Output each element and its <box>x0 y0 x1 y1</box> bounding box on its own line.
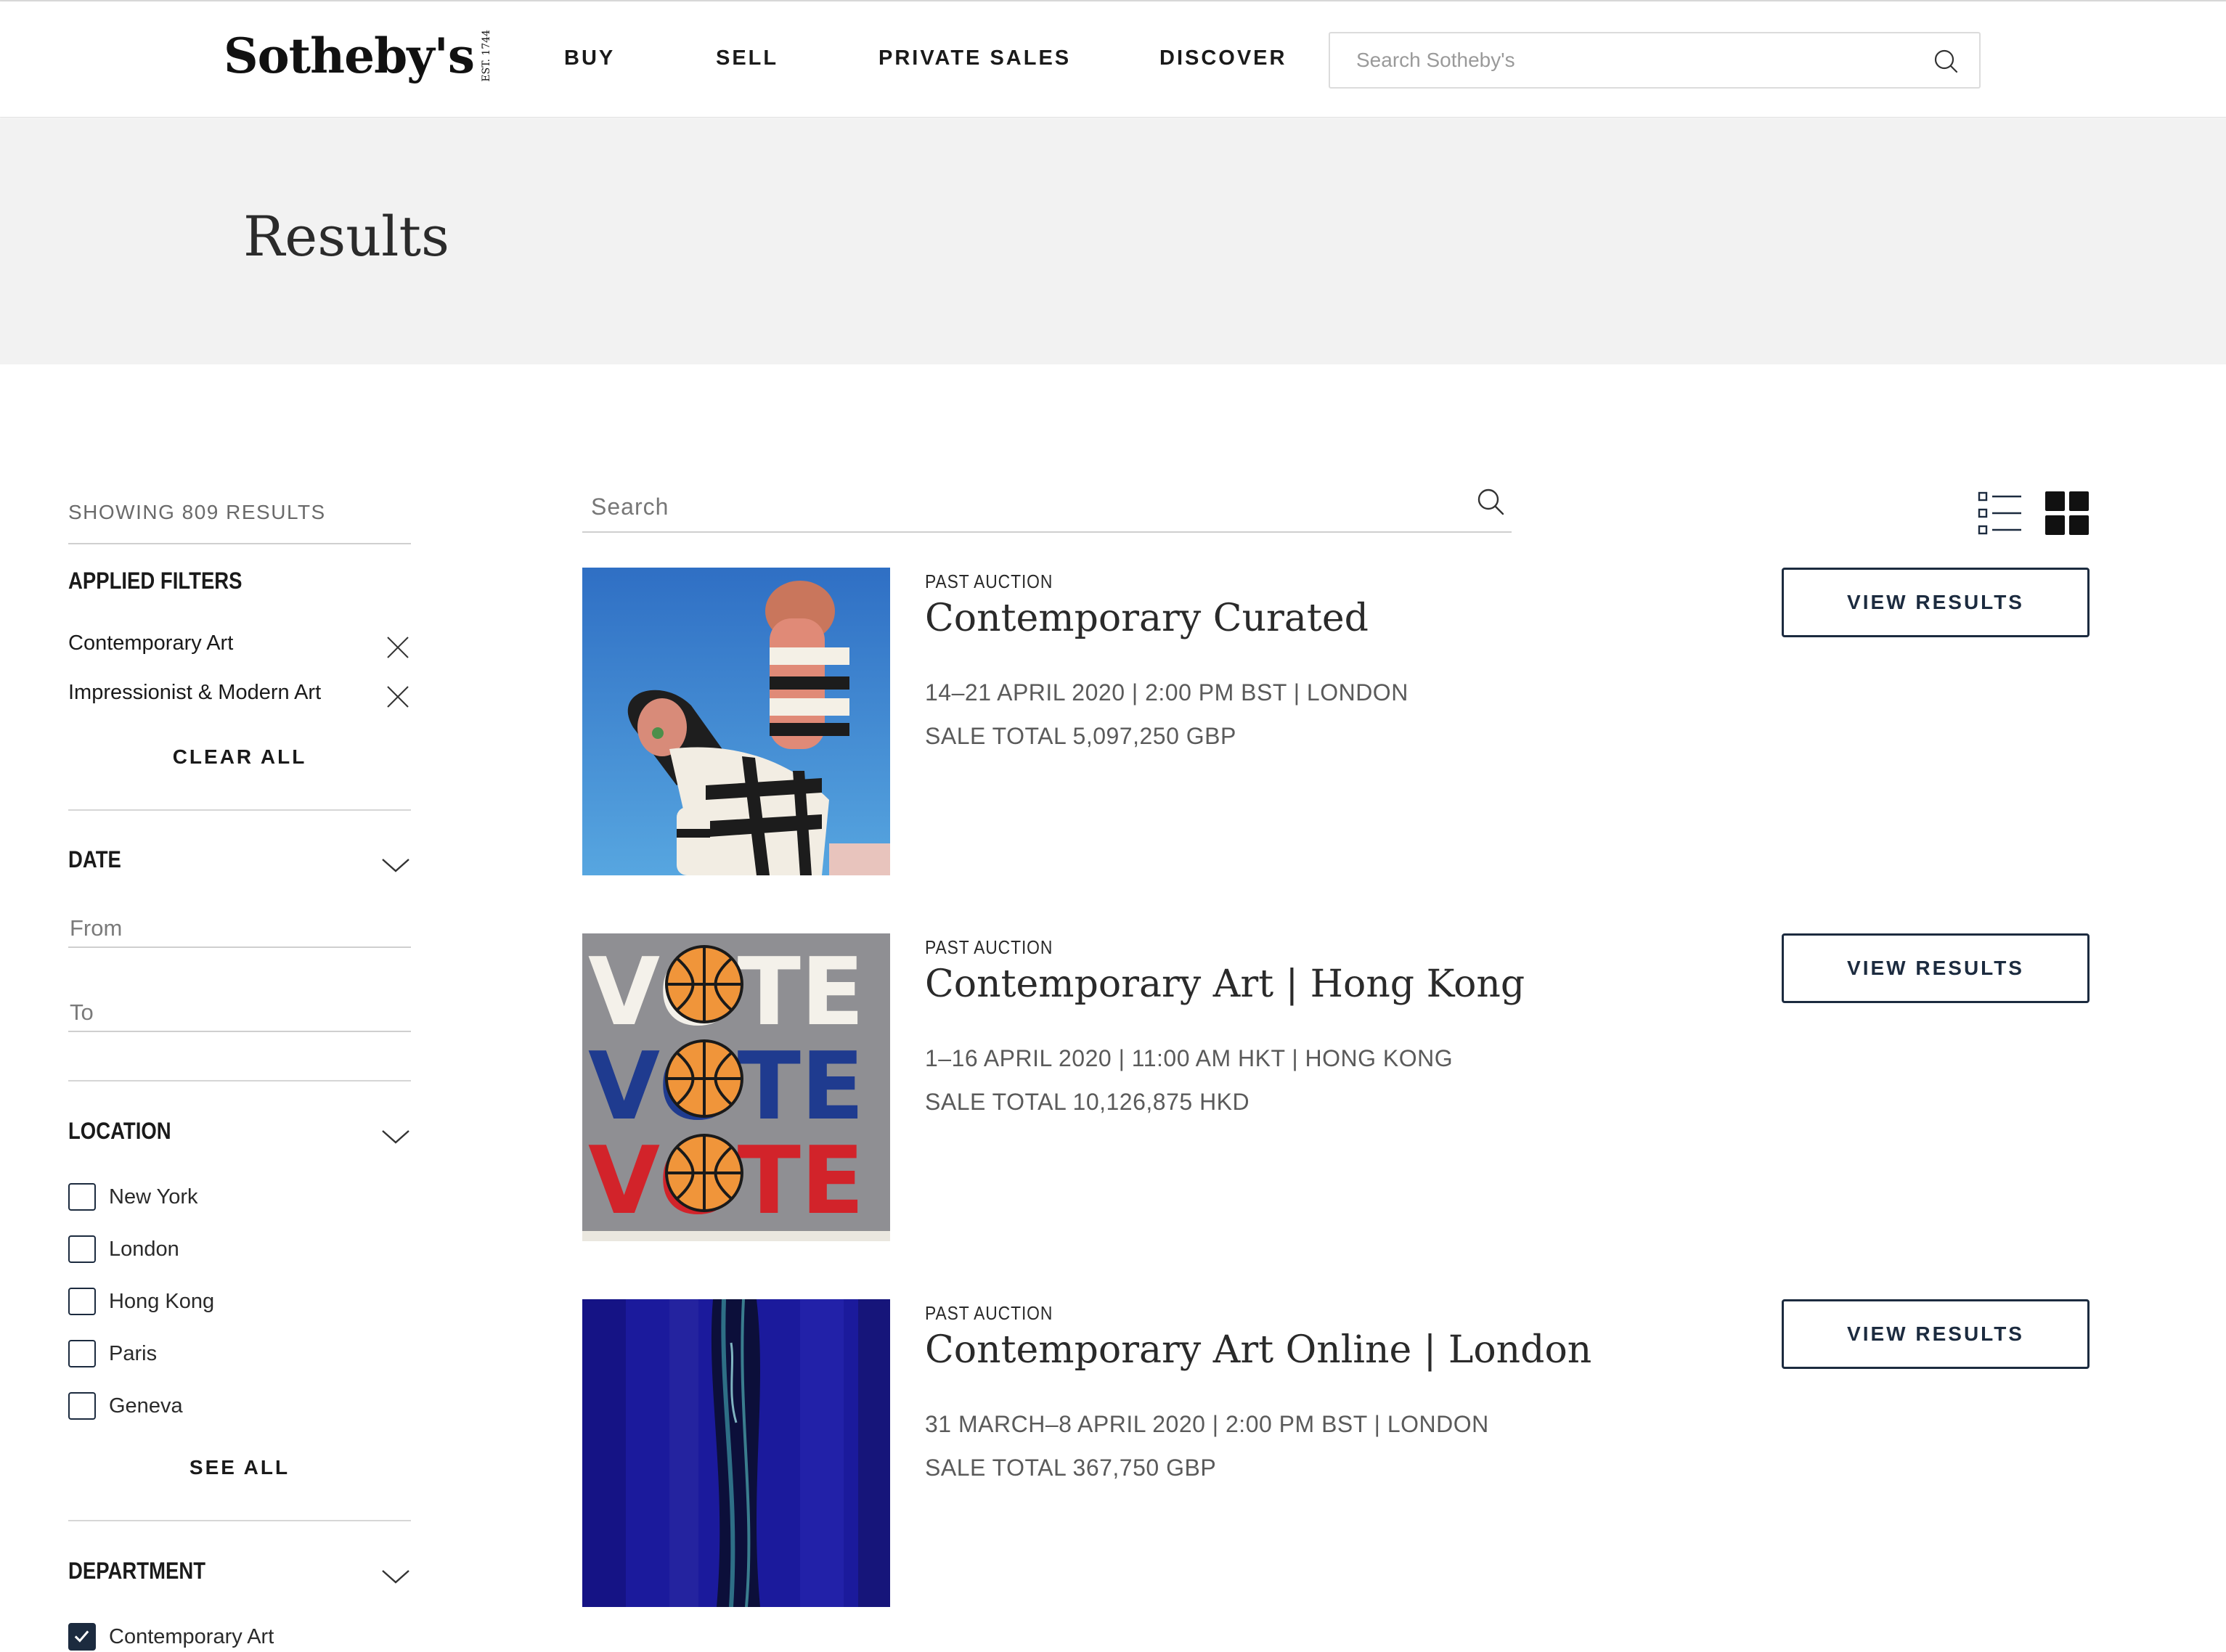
search-icon[interactable] <box>1933 48 1959 74</box>
checkbox[interactable] <box>68 1183 96 1211</box>
auction-thumbnail[interactable] <box>582 1299 890 1607</box>
checkbox[interactable] <box>68 1288 96 1315</box>
checkbox[interactable] <box>68 1392 96 1420</box>
location-heading: LOCATION <box>68 1118 171 1144</box>
divider <box>68 809 411 811</box>
divider <box>68 1080 411 1081</box>
divider <box>68 1520 411 1521</box>
nav-private-sales[interactable]: PRIVATE SALES <box>878 46 1071 70</box>
result-title[interactable]: Contemporary Art | Hong Kong <box>925 962 1525 1006</box>
applied-filter: Impressionist & Modern Art <box>68 681 411 716</box>
close-icon[interactable] <box>385 684 411 710</box>
checkbox[interactable] <box>68 1340 96 1367</box>
checkbox[interactable] <box>68 1235 96 1263</box>
result-date-location: 14–21 APRIL 2020 | 2:00 PM BST | LONDON <box>925 679 1408 706</box>
logo-est: EST. 1744 <box>481 30 493 82</box>
view-results-button[interactable]: VIEW RESULTS <box>1782 1299 2090 1369</box>
auction-thumbnail[interactable]: VOTE VOTE VOTE <box>582 933 890 1241</box>
applied-filter-label: Contemporary Art <box>68 631 234 655</box>
result-title[interactable]: Contemporary Art Online | London <box>925 1328 1591 1372</box>
basketball-icons <box>665 945 743 1212</box>
result-sale-total: SALE TOTAL 367,750 GBP <box>925 1455 1217 1481</box>
check-icon <box>74 1630 89 1643</box>
location-option-hong-kong[interactable]: Hong Kong <box>68 1286 214 1317</box>
results-search-input[interactable] <box>590 485 1424 528</box>
nav-discover[interactable]: DISCOVER <box>1159 46 1287 70</box>
logo-text: Sotheby's <box>224 28 475 84</box>
header-search-input[interactable] <box>1355 33 1907 87</box>
date-to-input[interactable] <box>68 994 411 1032</box>
result-kicker: PAST AUCTION <box>925 1302 1053 1324</box>
clear-all-button[interactable]: CLEAR ALL <box>68 745 411 769</box>
auction-result-card: PAST AUCTION Contemporary Curated 14–21 … <box>582 568 2090 875</box>
date-heading: DATE <box>68 846 121 872</box>
result-kicker: PAST AUCTION <box>925 936 1053 958</box>
applied-filter: Contemporary Art <box>68 631 411 666</box>
department-option-contemporary-art[interactable]: Contemporary Art <box>68 1622 274 1652</box>
chevron-down-icon[interactable] <box>380 1568 411 1585</box>
auction-result-card: VOTE VOTE VOTE PAST AUCTION Contemporary… <box>582 933 2090 1241</box>
auction-thumbnail[interactable] <box>582 568 890 875</box>
checkbox-checked[interactable] <box>68 1623 96 1651</box>
page-title: Results <box>243 204 449 269</box>
list-view-icon[interactable] <box>1978 491 2023 536</box>
location-option-new-york[interactable]: New York <box>68 1182 198 1212</box>
result-kicker: PAST AUCTION <box>925 571 1053 592</box>
date-from-input[interactable] <box>68 910 411 948</box>
result-sale-total: SALE TOTAL 5,097,250 GBP <box>925 723 1236 749</box>
result-date-location: 1–16 APRIL 2020 | 11:00 AM HKT | HONG KO… <box>925 1045 1454 1071</box>
department-heading: DEPARTMENT <box>68 1558 206 1584</box>
view-results-button[interactable]: VIEW RESULTS <box>1782 933 2090 1003</box>
checkbox-label: Geneva <box>109 1394 183 1418</box>
checkbox-label: Hong Kong <box>109 1289 215 1313</box>
location-option-london[interactable]: London <box>68 1234 179 1264</box>
applied-filters-heading: APPLIED FILTERS <box>68 568 242 594</box>
chevron-down-icon[interactable] <box>380 856 411 874</box>
checkbox-label: London <box>109 1237 179 1261</box>
site-header: Sotheby's EST. 1744 BUY SELL PRIVATE SAL… <box>0 1 2226 118</box>
view-results-button[interactable]: VIEW RESULTS <box>1782 568 2090 637</box>
results-search <box>582 482 1512 533</box>
vote-artwork-image: VOTE VOTE VOTE <box>582 933 890 1241</box>
painting-figures-image <box>582 568 890 875</box>
close-icon[interactable] <box>385 634 411 661</box>
auction-result-card: PAST AUCTION Contemporary Art Online | L… <box>582 1299 2090 1607</box>
checkbox-label: Contemporary Art <box>109 1624 274 1648</box>
applied-filter-label: Impressionist & Modern Art <box>68 681 322 704</box>
chevron-down-icon[interactable] <box>380 1128 411 1145</box>
search-icon[interactable] <box>1475 486 1506 517</box>
nav-buy[interactable]: BUY <box>564 46 615 70</box>
header-search <box>1329 32 1981 89</box>
nav-sell[interactable]: SELL <box>716 46 778 70</box>
checkbox-label: Paris <box>109 1341 158 1365</box>
result-title[interactable]: Contemporary Curated <box>925 597 1369 640</box>
results-count: SHOWING 809 RESULTS <box>68 501 411 544</box>
sothebys-logo[interactable]: Sotheby's EST. 1744 <box>224 25 492 87</box>
checkbox-label: New York <box>109 1185 198 1209</box>
blue-abstract-image <box>582 1299 890 1607</box>
location-option-paris[interactable]: Paris <box>68 1338 157 1369</box>
result-date-location: 31 MARCH–8 APRIL 2020 | 2:00 PM BST | LO… <box>925 1411 1489 1437</box>
page-banner: Results <box>0 118 2226 364</box>
result-sale-total: SALE TOTAL 10,126,875 HKD <box>925 1089 1250 1115</box>
see-all-button[interactable]: SEE ALL <box>68 1456 411 1479</box>
location-option-geneva[interactable]: Geneva <box>68 1391 183 1421</box>
grid-view-icon[interactable] <box>2044 491 2090 536</box>
